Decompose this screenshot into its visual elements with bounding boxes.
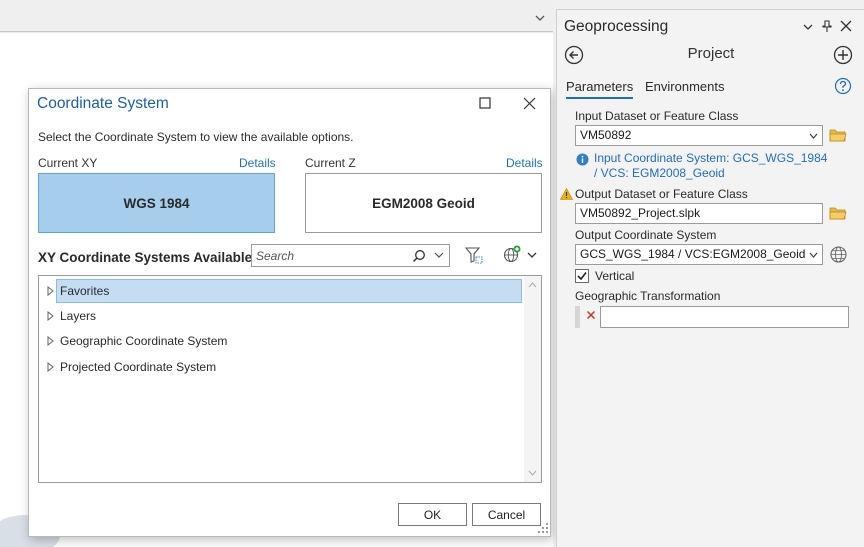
tree-item-label: Geographic Coordinate System: [60, 334, 228, 348]
coordinate-system-tree[interactable]: Favorites Layers Geographic Coordinate S…: [38, 275, 542, 483]
folder-icon[interactable]: [829, 205, 847, 221]
geographic-transformation-label: Geographic Transformation: [575, 289, 721, 303]
close-icon[interactable]: [840, 20, 852, 32]
globe-icon[interactable]: [830, 246, 847, 263]
input-dataset-value: VM50892: [580, 128, 632, 142]
tree-item-projected[interactable]: Projected Coordinate System: [39, 355, 523, 379]
pane-title: Geoprocessing: [564, 18, 669, 35]
dialog-instructions: Select the Coordinate System to view the…: [38, 130, 354, 144]
current-xy-value: WGS 1984: [123, 195, 190, 211]
chevron-down-icon[interactable]: [803, 22, 813, 32]
tree-item-geographic[interactable]: Geographic Coordinate System: [39, 329, 523, 353]
tab-environments[interactable]: Environments: [645, 79, 724, 94]
search-box[interactable]: [251, 244, 450, 267]
chevron-down-icon[interactable]: [527, 250, 537, 260]
warning-icon: [560, 188, 573, 200]
current-z-label: Current Z: [305, 156, 356, 170]
resize-grip-icon[interactable]: [537, 522, 549, 534]
geographic-transformation-input[interactable]: [600, 306, 849, 328]
current-xy-box[interactable]: WGS 1984: [38, 173, 275, 233]
chevron-down-icon[interactable]: [809, 252, 818, 258]
output-dataset-field[interactable]: VM50892_Project.slpk: [575, 203, 823, 224]
filter-icon[interactable]: [465, 246, 483, 264]
map-tab-strip: [0, 0, 553, 32]
info-icon: [576, 153, 589, 166]
input-coordinate-system-info: Input Coordinate System: GCS_WGS_1984 / …: [594, 151, 828, 180]
current-z-value: EGM2008 Geoid: [372, 195, 475, 211]
scroll-down-icon[interactable]: [528, 470, 537, 476]
current-z-box[interactable]: EGM2008 Geoid: [305, 173, 542, 233]
chevron-down-icon[interactable]: [534, 12, 546, 24]
scroll-up-icon[interactable]: [528, 282, 537, 288]
input-dataset-label: Input Dataset or Feature Class: [575, 109, 739, 123]
current-xy-details-link[interactable]: Details: [239, 156, 276, 170]
search-icon[interactable]: [412, 249, 426, 263]
tool-name: Project: [687, 45, 735, 62]
tree-item-favorites[interactable]: Favorites: [39, 279, 523, 303]
search-input[interactable]: [256, 248, 406, 264]
geoprocessing-pane: Geoprocessing Project Parameters Environ…: [556, 9, 864, 547]
output-coordinate-system-value: GCS_WGS_1984 / VCS:EGM2008_Geoid: [580, 247, 806, 261]
ok-button[interactable]: OK: [398, 503, 467, 526]
current-z-details-link[interactable]: Details: [506, 156, 543, 170]
tree-item-label: Projected Coordinate System: [60, 360, 217, 374]
output-coordinate-system-combobox[interactable]: GCS_WGS_1984 / VCS:EGM2008_Geoid: [575, 244, 823, 265]
current-xy-label: Current XY: [38, 156, 98, 170]
input-dataset-combobox[interactable]: VM50892: [575, 125, 823, 146]
expand-icon[interactable]: [47, 336, 54, 346]
vertical-label[interactable]: Vertical: [595, 269, 634, 283]
tab-parameters[interactable]: Parameters: [566, 79, 634, 99]
add-coordinate-system-icon[interactable]: [503, 245, 521, 263]
expand-icon[interactable]: [47, 362, 54, 372]
tree-scrollbar[interactable]: [524, 276, 541, 482]
dialog-title: Coordinate System: [37, 95, 169, 112]
output-dataset-label: Output Dataset or Feature Class: [575, 187, 748, 201]
output-dataset-value: VM50892_Project.slpk: [580, 206, 701, 220]
pin-icon[interactable]: [822, 20, 832, 33]
cancel-button[interactable]: Cancel: [472, 503, 541, 526]
chevron-down-icon[interactable]: [434, 250, 444, 260]
remove-icon[interactable]: [586, 310, 596, 320]
expand-icon[interactable]: [47, 286, 54, 296]
vertical-checkbox[interactable]: [575, 269, 589, 283]
tree-item-label: Favorites: [60, 284, 110, 298]
tree-item-label: Layers: [60, 309, 97, 323]
maximize-icon[interactable]: [479, 97, 491, 109]
folder-icon[interactable]: [829, 127, 847, 143]
checkmark-icon: [577, 272, 587, 281]
tree-item-layers[interactable]: Layers: [39, 304, 523, 328]
close-icon[interactable]: [523, 97, 536, 110]
parameter-list-bar: [575, 306, 580, 328]
add-icon[interactable]: [833, 45, 853, 65]
chevron-down-icon[interactable]: [809, 133, 818, 139]
available-systems-label: XY Coordinate Systems Available: [38, 250, 253, 265]
output-coordinate-system-label: Output Coordinate System: [575, 228, 717, 242]
help-icon[interactable]: [834, 77, 852, 95]
expand-icon[interactable]: [47, 311, 54, 321]
coordinate-system-dialog: Coordinate System Select the Coordinate …: [28, 88, 551, 537]
